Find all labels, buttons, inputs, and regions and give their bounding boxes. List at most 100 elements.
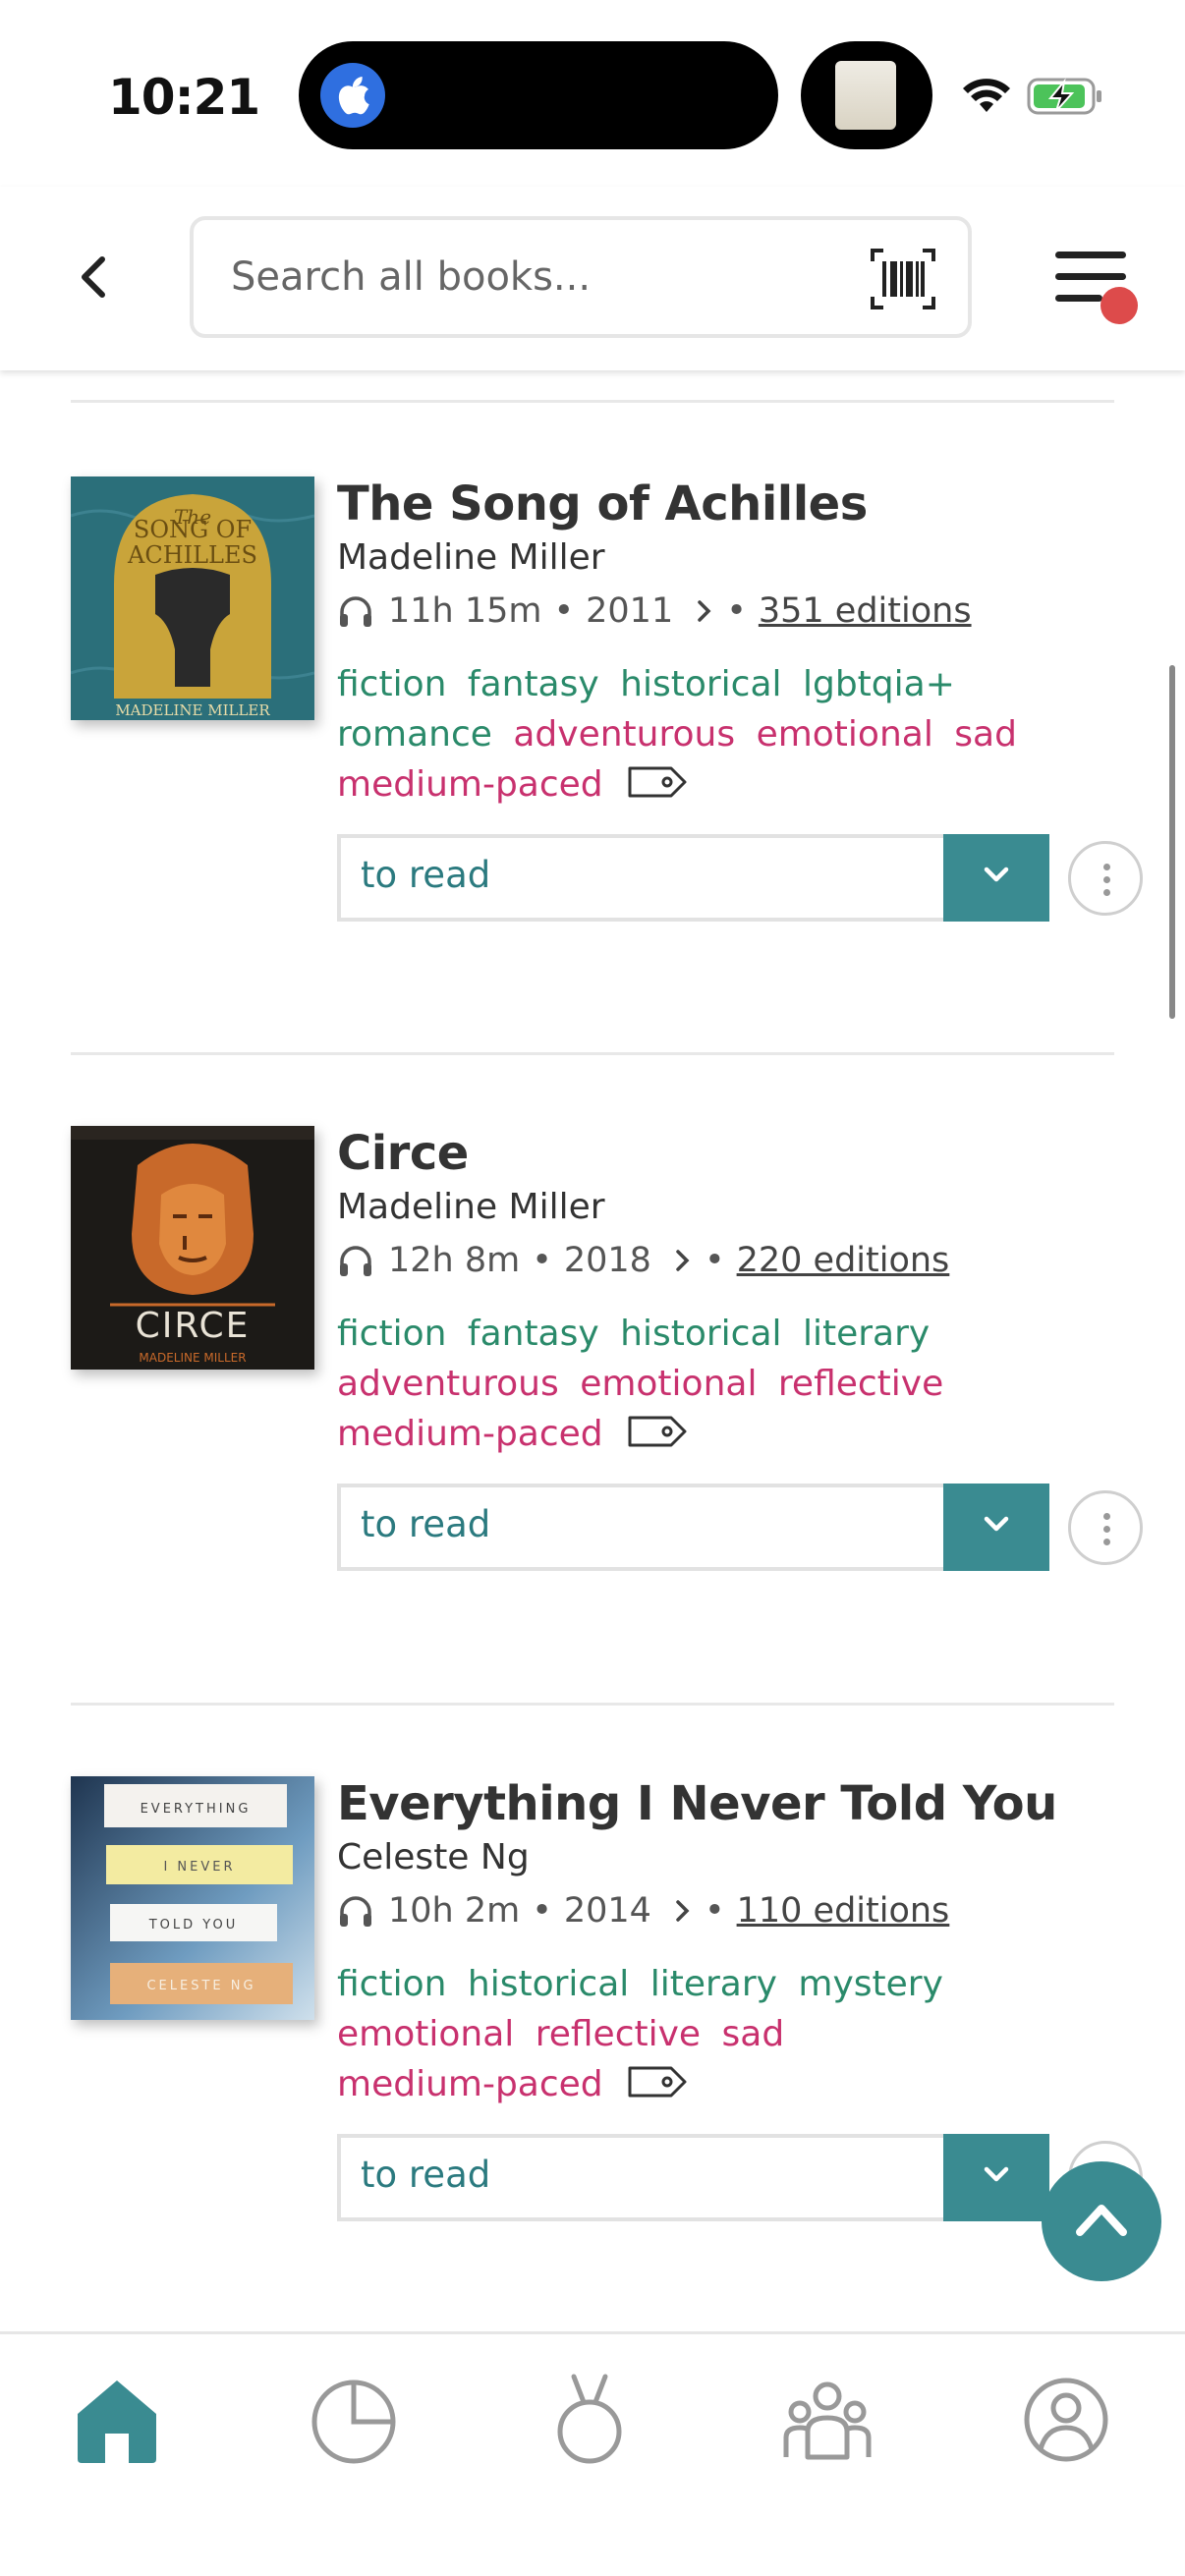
mood-tag[interactable]: sad bbox=[722, 2014, 785, 2054]
shelf-dropdown-button[interactable] bbox=[943, 834, 1049, 922]
meta-separator: • bbox=[704, 1241, 725, 1280]
more-dot bbox=[1103, 889, 1110, 896]
chevron-right-icon[interactable] bbox=[673, 1246, 693, 1275]
more-options-button[interactable] bbox=[1068, 841, 1143, 916]
mood-tag[interactable]: adventurous bbox=[337, 1364, 559, 1404]
duration: 10h 2m bbox=[388, 1891, 521, 1931]
shelf-select[interactable]: to read bbox=[337, 1484, 1049, 1571]
book-meta: 11h 15m • 2011 • 351 editions bbox=[337, 587, 972, 636]
cover-title-1: SONG OF bbox=[134, 516, 252, 543]
more-options-button[interactable] bbox=[1068, 1490, 1143, 1565]
book-list[interactable]: The SONG OF ACHILLES MADELINE MILLER The… bbox=[0, 370, 1185, 2331]
genre-tag[interactable]: mystery bbox=[798, 1964, 943, 2004]
divider bbox=[71, 400, 1114, 403]
editions-link[interactable]: 220 editions bbox=[737, 1241, 950, 1280]
book-title[interactable]: Everything I Never Told You bbox=[337, 1776, 1057, 1831]
book-card: EVERYTHING I NEVER TOLD YOU CELESTE NG E… bbox=[0, 1776, 1185, 2331]
nav-community[interactable] bbox=[778, 2371, 876, 2469]
music-app-icon[interactable] bbox=[320, 63, 385, 128]
mood-tag[interactable]: emotional bbox=[757, 714, 933, 755]
meta-separator: • bbox=[726, 591, 747, 631]
genre-tag[interactable]: fiction bbox=[337, 664, 446, 704]
status-time: 10:21 bbox=[108, 69, 260, 126]
mood-tag[interactable]: adventurous bbox=[513, 714, 735, 755]
book-author[interactable]: Madeline Miller bbox=[337, 1187, 605, 1227]
pace-tag[interactable]: medium-paced bbox=[337, 2064, 603, 2104]
more-dot bbox=[1103, 1526, 1110, 1533]
editions-link[interactable]: 351 editions bbox=[759, 591, 972, 631]
book-meta: 10h 2m • 2014 • 110 editions bbox=[337, 1886, 949, 1935]
shelf-value: to read bbox=[361, 2154, 491, 2196]
chevron-right-icon[interactable] bbox=[673, 1896, 693, 1926]
tag-icon[interactable] bbox=[626, 1412, 689, 1451]
back-chevron-icon bbox=[82, 256, 105, 298]
tag-icon[interactable] bbox=[626, 2062, 689, 2101]
genre-tag[interactable]: historical bbox=[620, 1314, 781, 1354]
genre-tag[interactable]: literary bbox=[803, 1314, 930, 1354]
cover-author: CELESTE NG bbox=[146, 1979, 255, 1993]
shelf-dropdown-button[interactable] bbox=[943, 2134, 1049, 2221]
search-input[interactable] bbox=[231, 250, 820, 305]
nav-home[interactable] bbox=[68, 2371, 166, 2469]
shelf-select[interactable]: to read bbox=[337, 834, 1049, 922]
shelf-select[interactable]: to read bbox=[337, 2134, 1049, 2221]
top-header bbox=[0, 187, 1185, 370]
divider bbox=[71, 1703, 1114, 1706]
bottom-nav bbox=[0, 2331, 1185, 2576]
genre-tag[interactable]: historical bbox=[468, 1964, 629, 2004]
genre-tag[interactable]: fiction bbox=[337, 1964, 446, 2004]
genre-tag[interactable]: fiction bbox=[337, 1314, 446, 1354]
genre-tag[interactable]: romance bbox=[337, 714, 492, 755]
book-title[interactable]: Circe bbox=[337, 1126, 469, 1181]
genre-tag[interactable]: lgbtqia+ bbox=[803, 664, 955, 704]
chevron-up-icon bbox=[1076, 2205, 1127, 2236]
genre-tag[interactable]: literary bbox=[650, 1964, 777, 2004]
notification-dot bbox=[1100, 287, 1138, 324]
cover-line-2: I NEVER bbox=[163, 1860, 235, 1875]
book-cover[interactable]: EVERYTHING I NEVER TOLD YOU CELESTE NG bbox=[71, 1776, 314, 2020]
mood-tag[interactable]: reflective bbox=[536, 2014, 701, 2054]
genre-tag[interactable]: historical bbox=[620, 664, 781, 704]
tag-icon[interactable] bbox=[626, 762, 689, 802]
book-cover[interactable]: CIRCE MADELINE MILLER bbox=[71, 1126, 314, 1370]
shelf-dropdown-button[interactable] bbox=[943, 1484, 1049, 1571]
barcode-icon[interactable] bbox=[870, 248, 936, 310]
book-author[interactable]: Celeste Ng bbox=[337, 1837, 530, 1877]
genre-tag[interactable]: fantasy bbox=[468, 1314, 599, 1354]
book-meta: 12h 8m • 2018 • 220 editions bbox=[337, 1236, 949, 1285]
nav-profile[interactable] bbox=[1017, 2371, 1115, 2469]
home-icon bbox=[78, 2380, 156, 2463]
mood-tag[interactable]: emotional bbox=[337, 2014, 514, 2054]
cover-author: MADELINE MILLER bbox=[115, 701, 270, 719]
mood-tag[interactable]: emotional bbox=[580, 1364, 757, 1404]
chevron-right-icon[interactable] bbox=[695, 596, 714, 626]
book-card: CIRCE MADELINE MILLER Circe Madeline Mil… bbox=[0, 1126, 1185, 1755]
book-author[interactable]: Madeline Miller bbox=[337, 537, 605, 578]
chevron-down-icon bbox=[984, 867, 1009, 882]
tag-list: fiction fantasy historical literary adve… bbox=[337, 1309, 1123, 1459]
pace-tag[interactable]: medium-paced bbox=[337, 764, 603, 805]
genre-tag[interactable]: fantasy bbox=[468, 664, 599, 704]
cover-line-3: TOLD YOU bbox=[148, 1918, 239, 1932]
back-button[interactable] bbox=[69, 248, 118, 307]
year: 2014 bbox=[563, 1891, 651, 1931]
search-box[interactable] bbox=[190, 216, 972, 338]
mood-tag[interactable]: sad bbox=[954, 714, 1017, 755]
headphones-icon bbox=[340, 1246, 371, 1276]
nav-challenges[interactable] bbox=[540, 2371, 639, 2469]
cover-title: CIRCE bbox=[136, 1306, 251, 1346]
now-playing-artwork[interactable] bbox=[801, 41, 932, 149]
headphones-icon bbox=[340, 1896, 371, 1927]
pace-tag[interactable]: medium-paced bbox=[337, 1414, 603, 1454]
cover-line-1: EVERYTHING bbox=[141, 1802, 252, 1817]
book-title[interactable]: The Song of Achilles bbox=[337, 476, 868, 532]
mood-tag[interactable]: reflective bbox=[778, 1364, 943, 1404]
book-cover[interactable]: The SONG OF ACHILLES MADELINE MILLER bbox=[71, 476, 314, 720]
editions-link[interactable]: 110 editions bbox=[737, 1891, 950, 1931]
more-dot bbox=[1103, 876, 1110, 883]
scroll-to-top-button[interactable] bbox=[1042, 2161, 1161, 2281]
book-card: The SONG OF ACHILLES MADELINE MILLER The… bbox=[0, 476, 1185, 1105]
meta-separator: • bbox=[532, 1241, 552, 1280]
dynamic-island[interactable] bbox=[299, 41, 778, 149]
nav-stats[interactable] bbox=[305, 2371, 403, 2469]
